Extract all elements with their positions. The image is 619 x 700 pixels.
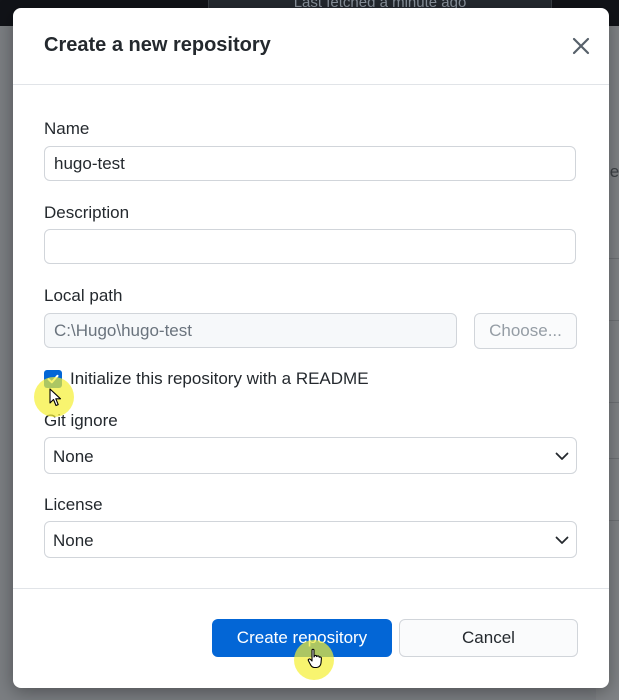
description-input[interactable] [44,229,576,264]
description-label: Description [44,203,130,222]
local-path-label: Local path [44,286,123,305]
name-label: Name [44,119,90,138]
git-ignore-select[interactable]: None [44,437,577,474]
close-icon [572,37,590,55]
close-button[interactable] [569,34,593,58]
license-select[interactable]: None [44,521,577,558]
dialog-title: Create a new repository [44,34,271,56]
license-label: License [44,495,103,514]
dialog-header: Create a new repository [13,8,609,85]
chevron-down-icon [555,536,569,544]
local-path-input[interactable] [44,313,457,348]
hand-cursor-icon [307,648,322,669]
chevron-down-icon [555,452,569,460]
git-ignore-selected-value: None [53,447,94,466]
arrow-cursor-icon [49,388,62,407]
create-repository-dialog: Create a new repository Name Description… [13,8,609,688]
name-input[interactable] [44,146,576,181]
choose-path-button[interactable]: Choose... [474,313,577,349]
license-selected-value: None [53,531,94,550]
readme-checkbox-label: Initialize this repository with a README [70,369,369,388]
readme-option[interactable]: Initialize this repository with a README [44,369,369,389]
cancel-button[interactable]: Cancel [399,619,578,657]
